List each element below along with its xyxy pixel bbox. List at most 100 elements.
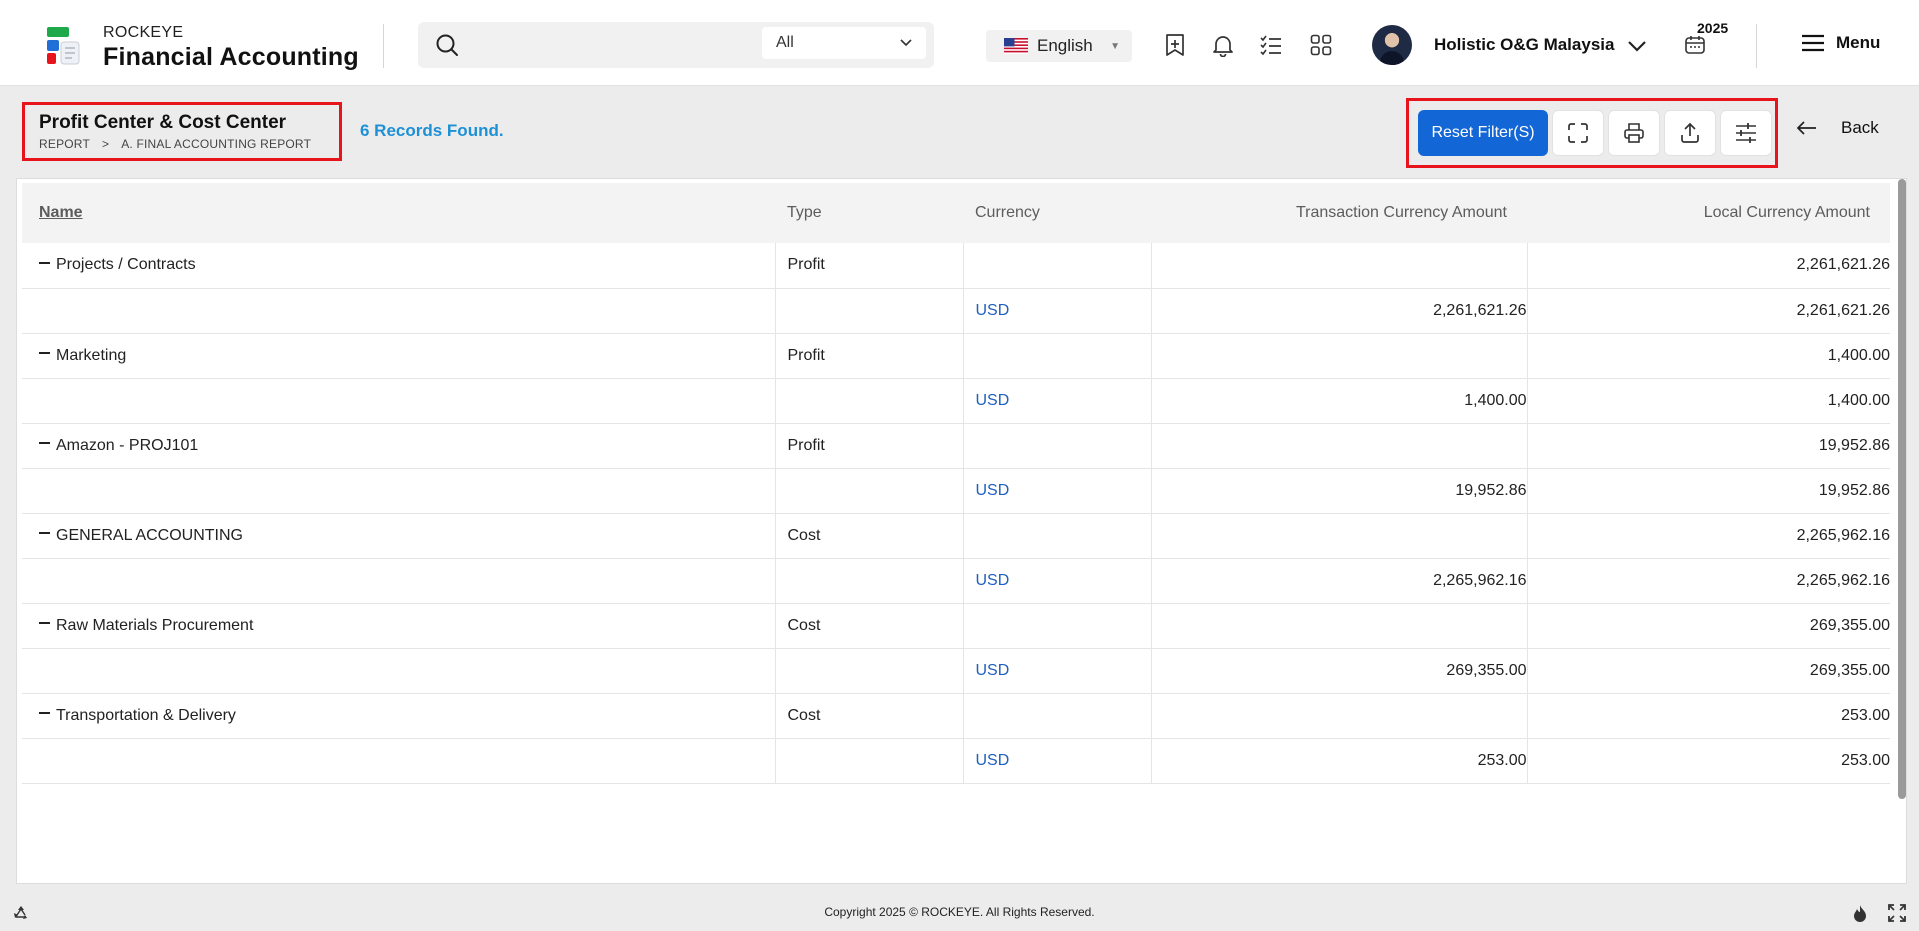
menu-button[interactable]: Menu (1801, 33, 1880, 53)
table-row[interactable]: USD 19,952.86 19,952.86 (22, 468, 1890, 514)
search-scope-select[interactable]: All (762, 27, 926, 59)
table-row[interactable]: GENERAL ACCOUNTING Cost 2,265,962.16 (22, 513, 1890, 559)
type-cell: Profit (775, 243, 964, 289)
footer-copyright: Copyright 2025 © ROCKEYE. All Rights Res… (824, 905, 1095, 919)
name-cell (22, 468, 776, 514)
filter-settings-button[interactable] (1720, 110, 1772, 156)
table-row[interactable]: USD 1,400.00 1,400.00 (22, 378, 1890, 424)
name-cell: GENERAL ACCOUNTING (22, 513, 776, 559)
table-row[interactable]: Projects / Contracts Profit 2,261,621.26 (22, 243, 1890, 289)
transaction-amount-cell: 269,355.00 (1151, 648, 1528, 694)
table-row[interactable]: Marketing Profit 1,400.00 (22, 333, 1890, 379)
caret-down-icon: ▼ (1110, 40, 1120, 52)
flame-icon[interactable] (1851, 904, 1869, 924)
column-header-transaction-amount[interactable]: Transaction Currency Amount (1151, 183, 1527, 243)
local-amount-cell: 19,952.86 (1527, 423, 1890, 469)
table-row[interactable]: Amazon - PROJ101 Profit 19,952.86 (22, 423, 1890, 469)
type-cell: Cost (775, 693, 964, 739)
transaction-amount-cell: 2,261,621.26 (1151, 288, 1528, 334)
back-label: Back (1841, 118, 1879, 137)
language-selector[interactable]: English ▼ (986, 30, 1132, 62)
center-name: GENERAL ACCOUNTING (56, 526, 243, 544)
breadcrumb-root[interactable]: REPORT (39, 137, 90, 151)
currency-cell[interactable]: USD (963, 468, 1152, 514)
column-header-name[interactable]: Name (22, 183, 775, 243)
global-search[interactable]: All (418, 22, 934, 68)
report-toolbar: Reset Filter(S) (1406, 98, 1778, 168)
bell-icon[interactable] (1210, 32, 1236, 58)
brand-small-label: ROCKEYE (103, 24, 184, 41)
local-amount-cell: 1,400.00 (1527, 378, 1890, 424)
vertical-scrollbar[interactable] (1898, 179, 1906, 799)
currency-cell[interactable]: USD (963, 648, 1152, 694)
name-cell: Projects / Contracts (22, 243, 776, 289)
transaction-amount-cell: 2,265,962.16 (1151, 558, 1528, 604)
bookmark-add-icon[interactable] (1162, 32, 1188, 58)
records-found-count: 6 Records Found. (360, 121, 504, 140)
name-cell (22, 558, 776, 604)
type-cell (775, 558, 964, 604)
collapse-minus-icon[interactable] (39, 442, 50, 445)
local-amount-cell: 269,355.00 (1527, 648, 1890, 694)
local-amount-cell: 2,265,962.16 (1527, 558, 1890, 604)
user-avatar[interactable] (1372, 25, 1412, 65)
breadcrumb: REPORT > A. FINAL ACCOUNTING REPORT (39, 137, 339, 151)
type-cell (775, 648, 964, 694)
fullscreen-button[interactable] (1552, 110, 1604, 156)
currency-cell[interactable]: USD (963, 558, 1152, 604)
transaction-amount-cell: 1,400.00 (1151, 378, 1528, 424)
apps-grid-icon[interactable] (1308, 32, 1334, 58)
currency-cell[interactable]: USD (963, 288, 1152, 334)
rockeye-logo-icon[interactable] (44, 26, 82, 66)
collapse-minus-icon[interactable] (39, 532, 50, 535)
chevron-down-icon[interactable] (1625, 34, 1649, 58)
collapse-minus-icon[interactable] (39, 622, 50, 625)
type-cell: Profit (775, 423, 964, 469)
column-header-local-amount[interactable]: Local Currency Amount (1527, 183, 1890, 243)
upload-icon (1681, 122, 1699, 143)
type-cell (775, 738, 964, 784)
reset-filters-button[interactable]: Reset Filter(S) (1418, 110, 1548, 156)
back-button[interactable]: Back (1797, 118, 1879, 138)
table-row[interactable]: Transportation & Delivery Cost 253.00 (22, 693, 1890, 739)
search-icon[interactable] (435, 33, 459, 57)
collapse-minus-icon[interactable] (39, 262, 50, 265)
name-cell: Amazon - PROJ101 (22, 423, 776, 469)
page-title-block: Profit Center & Cost Center REPORT > A. FI… (22, 102, 342, 161)
report-table-container[interactable]: Name Type Currency Transaction Currency … (16, 178, 1907, 884)
table-row[interactable]: USD 269,355.00 269,355.00 (22, 648, 1890, 694)
expand-icon[interactable] (1888, 904, 1906, 922)
currency-cell (963, 693, 1152, 739)
center-name: Raw Materials Procurement (56, 616, 254, 634)
currency-cell (963, 333, 1152, 379)
transaction-amount-cell (1151, 603, 1528, 649)
local-amount-cell: 253.00 (1527, 693, 1890, 739)
type-cell: Cost (775, 603, 964, 649)
company-name[interactable]: Holistic O&G Malaysia (1434, 35, 1614, 55)
checklist-icon[interactable] (1258, 32, 1284, 58)
name-cell (22, 288, 776, 334)
center-name: Marketing (56, 346, 127, 364)
type-cell: Cost (775, 513, 964, 559)
local-amount-cell: 1,400.00 (1527, 333, 1890, 379)
print-button[interactable] (1608, 110, 1660, 156)
export-button[interactable] (1664, 110, 1716, 156)
chevron-down-icon (900, 39, 912, 47)
collapse-minus-icon[interactable] (39, 352, 50, 355)
transaction-amount-cell: 253.00 (1151, 738, 1528, 784)
table-row[interactable]: USD 2,261,621.26 2,261,621.26 (22, 288, 1890, 334)
currency-cell[interactable]: USD (963, 378, 1152, 424)
print-icon (1624, 123, 1644, 143)
currency-cell[interactable]: USD (963, 738, 1152, 784)
table-row[interactable]: USD 253.00 253.00 (22, 738, 1890, 784)
app-header: ROCKEYE Financial Accounting All English… (0, 0, 1919, 86)
table-row[interactable]: USD 2,265,962.16 2,265,962.16 (22, 558, 1890, 604)
breadcrumb-current: A. FINAL ACCOUNTING REPORT (121, 137, 312, 151)
collapse-minus-icon[interactable] (39, 712, 50, 715)
center-name: Transportation & Delivery (56, 706, 236, 724)
column-header-currency[interactable]: Currency (963, 183, 1151, 243)
sliders-icon (1736, 123, 1756, 143)
fiscal-year-selector[interactable]: 2025 (1684, 20, 1728, 62)
column-header-type[interactable]: Type (775, 183, 963, 243)
table-row[interactable]: Raw Materials Procurement Cost 269,355.0… (22, 603, 1890, 649)
